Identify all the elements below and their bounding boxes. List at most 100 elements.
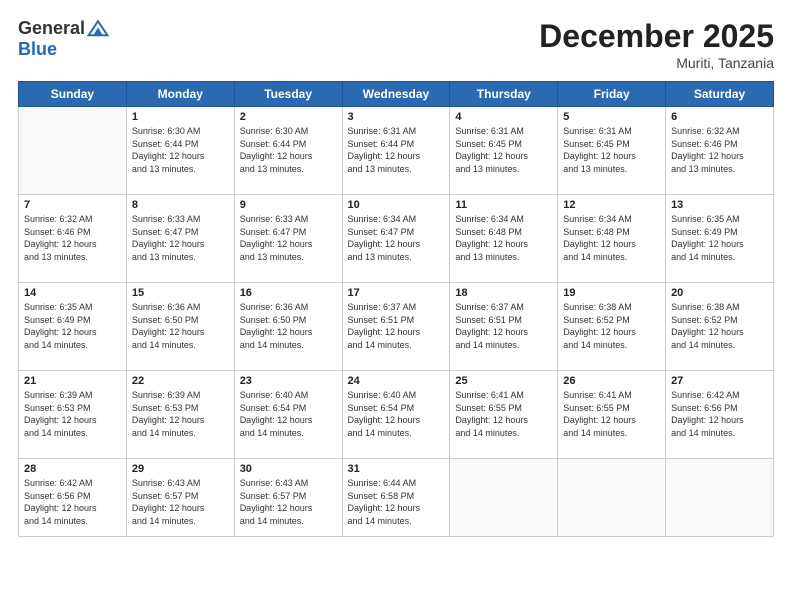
cell-info: Sunrise: 6:32 AM Sunset: 6:46 PM Dayligh… [671, 125, 768, 175]
day-header-monday: Monday [126, 82, 234, 107]
calendar-cell: 23Sunrise: 6:40 AM Sunset: 6:54 PM Dayli… [234, 371, 342, 459]
calendar-body: 1 Sunrise: 6:30 AM Sunset: 6:44 PM Daylig… [19, 107, 774, 537]
day-number: 12 [563, 199, 660, 211]
day-number: 15 [132, 287, 229, 299]
cell-info: Sunrise: 6:44 AM Sunset: 6:58 PM Dayligh… [348, 477, 445, 527]
day-number: 28 [24, 463, 121, 475]
day-header-wednesday: Wednesday [342, 82, 450, 107]
logo-general-text: General [18, 19, 85, 39]
day-number: 10 [348, 199, 445, 211]
calendar-cell: 20 Sunrise: 6:38 AM Sunset: 6:52 PM Dayli… [666, 283, 774, 371]
calendar-cell: 3 Sunrise: 6:31 AM Sunset: 6:44 PM Daylig… [342, 107, 450, 195]
calendar-week-3: 14Sunrise: 6:35 AM Sunset: 6:49 PM Dayli… [19, 283, 774, 371]
cell-info: Sunrise: 6:31 AM Sunset: 6:44 PM Dayligh… [348, 125, 445, 175]
calendar-cell: 1Sunrise: 6:30 AM Sunset: 6:44 PM Daylig… [126, 107, 234, 195]
day-header-sunday: Sunday [19, 82, 127, 107]
day-number: 11 [455, 199, 552, 211]
calendar-cell: 28 Sunrise: 6:42 AM Sunset: 6:56 PM Dayli… [19, 459, 127, 537]
cell-info: Sunrise: 6:34 AM Sunset: 6:48 PM Dayligh… [455, 213, 552, 263]
cell-info: Sunrise: 6:33 AM Sunset: 6:47 PM Dayligh… [240, 213, 337, 263]
calendar-cell: 12 Sunrise: 6:34 AM Sunset: 6:48 PM Dayli… [558, 195, 666, 283]
day-number: 29 [132, 463, 229, 475]
page: General Blue December 2025 Muriti, Tanza… [0, 0, 792, 612]
calendar-cell: 17 Sunrise: 6:37 AM Sunset: 6:51 PM Dayli… [342, 283, 450, 371]
calendar-cell: 27 Sunrise: 6:42 AM Sunset: 6:56 PM Dayli… [666, 371, 774, 459]
calendar-cell [450, 459, 558, 537]
day-number: 22 [132, 375, 229, 387]
cell-info: Sunrise: 6:40 AM Sunset: 6:54 PM Dayligh… [348, 389, 445, 439]
calendar-cell: 24 Sunrise: 6:40 AM Sunset: 6:54 PM Dayli… [342, 371, 450, 459]
day-number: 2 [240, 111, 337, 123]
calendar-cell: 11 Sunrise: 6:34 AM Sunset: 6:48 PM Dayli… [450, 195, 558, 283]
day-number: 4 [455, 111, 552, 123]
calendar-cell [19, 107, 127, 195]
calendar-cell: 15 Sunrise: 6:36 AM Sunset: 6:50 PM Dayli… [126, 283, 234, 371]
cell-info: Sunrise: 6:31 AM Sunset: 6:45 PM Dayligh… [563, 125, 660, 175]
calendar-cell: 18 Sunrise: 6:37 AM Sunset: 6:51 PM Dayli… [450, 283, 558, 371]
calendar-cell: 19 Sunrise: 6:38 AM Sunset: 6:52 PM Dayli… [558, 283, 666, 371]
day-number: 8 [132, 199, 229, 211]
day-number: 3 [348, 111, 445, 123]
calendar-cell [558, 459, 666, 537]
day-header-saturday: Saturday [666, 82, 774, 107]
day-number: 13 [671, 199, 768, 211]
calendar-cell: 13Sunrise: 6:35 AM Sunset: 6:49 PM Dayli… [666, 195, 774, 283]
cell-info: Sunrise: 6:42 AM Sunset: 6:56 PM Dayligh… [671, 389, 768, 439]
cell-info: Sunrise: 6:30 AM Sunset: 6:44 PM Dayligh… [240, 125, 337, 175]
day-number: 14 [24, 287, 121, 299]
calendar-cell: 4Sunrise: 6:31 AM Sunset: 6:45 PM Daylig… [450, 107, 558, 195]
day-header-thursday: Thursday [450, 82, 558, 107]
calendar-cell: 29Sunrise: 6:43 AM Sunset: 6:57 PM Dayli… [126, 459, 234, 537]
logo: General Blue [18, 18, 109, 60]
calendar-cell: 14Sunrise: 6:35 AM Sunset: 6:49 PM Dayli… [19, 283, 127, 371]
day-number: 20 [671, 287, 768, 299]
calendar-cell: 5 Sunrise: 6:31 AM Sunset: 6:45 PM Daylig… [558, 107, 666, 195]
header: General Blue December 2025 Muriti, Tanza… [18, 18, 774, 71]
day-number: 26 [563, 375, 660, 387]
day-number: 18 [455, 287, 552, 299]
calendar-cell: 26 Sunrise: 6:41 AM Sunset: 6:55 PM Dayli… [558, 371, 666, 459]
cell-info: Sunrise: 6:36 AM Sunset: 6:50 PM Dayligh… [240, 301, 337, 351]
cell-info: Sunrise: 6:42 AM Sunset: 6:56 PM Dayligh… [24, 477, 121, 527]
day-number: 27 [671, 375, 768, 387]
day-number: 17 [348, 287, 445, 299]
cell-info: Sunrise: 6:36 AM Sunset: 6:50 PM Dayligh… [132, 301, 229, 351]
day-number: 24 [348, 375, 445, 387]
calendar-header-row: SundayMondayTuesdayWednesdayThursdayFrid… [19, 82, 774, 107]
cell-info: Sunrise: 6:34 AM Sunset: 6:48 PM Dayligh… [563, 213, 660, 263]
calendar-cell: 10 Sunrise: 6:34 AM Sunset: 6:47 PM Dayli… [342, 195, 450, 283]
cell-info: Sunrise: 6:39 AM Sunset: 6:53 PM Dayligh… [132, 389, 229, 439]
calendar-week-2: 7Sunrise: 6:32 AM Sunset: 6:46 PM Daylig… [19, 195, 774, 283]
title-block: December 2025 Muriti, Tanzania [539, 18, 774, 71]
calendar-week-5: 28 Sunrise: 6:42 AM Sunset: 6:56 PM Dayli… [19, 459, 774, 537]
day-number: 19 [563, 287, 660, 299]
day-number: 1 [132, 111, 229, 123]
calendar-table: SundayMondayTuesdayWednesdayThursdayFrid… [18, 81, 774, 537]
day-number: 7 [24, 199, 121, 211]
location: Muriti, Tanzania [539, 55, 774, 71]
cell-info: Sunrise: 6:34 AM Sunset: 6:47 PM Dayligh… [348, 213, 445, 263]
calendar-cell: 16 Sunrise: 6:36 AM Sunset: 6:50 PM Dayli… [234, 283, 342, 371]
day-number: 25 [455, 375, 552, 387]
day-number: 21 [24, 375, 121, 387]
calendar-cell: 31Sunrise: 6:44 AM Sunset: 6:58 PM Dayli… [342, 459, 450, 537]
cell-info: Sunrise: 6:37 AM Sunset: 6:51 PM Dayligh… [455, 301, 552, 351]
cell-info: Sunrise: 6:38 AM Sunset: 6:52 PM Dayligh… [671, 301, 768, 351]
day-number: 5 [563, 111, 660, 123]
cell-info: Sunrise: 6:41 AM Sunset: 6:55 PM Dayligh… [455, 389, 552, 439]
day-number: 9 [240, 199, 337, 211]
calendar-cell: 25 Sunrise: 6:41 AM Sunset: 6:55 PM Dayli… [450, 371, 558, 459]
day-number: 6 [671, 111, 768, 123]
cell-info: Sunrise: 6:38 AM Sunset: 6:52 PM Dayligh… [563, 301, 660, 351]
cell-info: Sunrise: 6:41 AM Sunset: 6:55 PM Dayligh… [563, 389, 660, 439]
day-number: 30 [240, 463, 337, 475]
month-title: December 2025 [539, 18, 774, 55]
calendar-cell: 7Sunrise: 6:32 AM Sunset: 6:46 PM Daylig… [19, 195, 127, 283]
calendar-cell: 8 Sunrise: 6:33 AM Sunset: 6:47 PM Daylig… [126, 195, 234, 283]
cell-info: Sunrise: 6:39 AM Sunset: 6:53 PM Dayligh… [24, 389, 121, 439]
cell-info: Sunrise: 6:33 AM Sunset: 6:47 PM Dayligh… [132, 213, 229, 263]
cell-info: Sunrise: 6:37 AM Sunset: 6:51 PM Dayligh… [348, 301, 445, 351]
calendar-week-1: 1 Sunrise: 6:30 AM Sunset: 6:44 PM Daylig… [19, 107, 774, 195]
day-number: 16 [240, 287, 337, 299]
calendar-cell: 9 Sunrise: 6:33 AM Sunset: 6:47 PM Daylig… [234, 195, 342, 283]
